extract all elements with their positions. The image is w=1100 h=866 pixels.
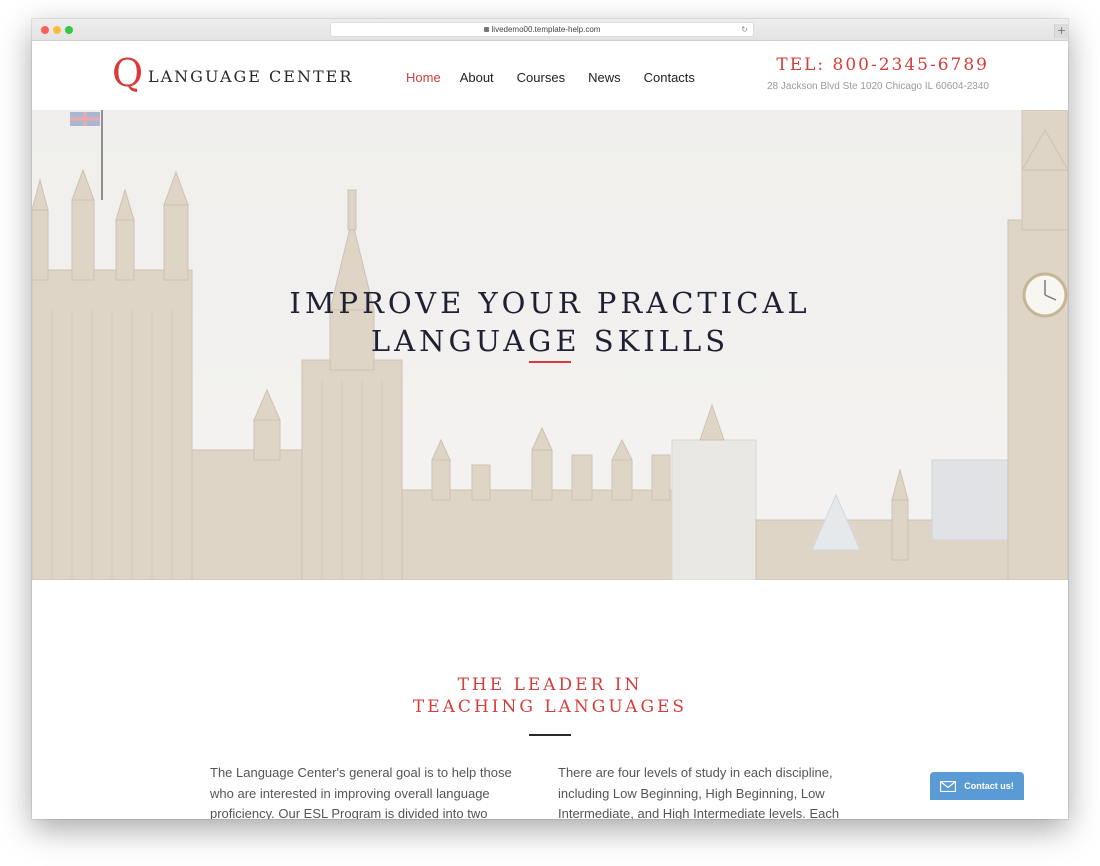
- section-heading: THE LEADER IN TEACHING LANGUAGES: [32, 674, 1068, 718]
- zoom-window-button[interactable]: [65, 26, 73, 34]
- browser-window: livedemo00.template-help.com ↻ + Q LANGU…: [32, 19, 1068, 819]
- about-section: THE LEADER IN TEACHING LANGUAGES The Lan…: [32, 580, 1068, 819]
- address-bar[interactable]: livedemo00.template-help.com ↻: [330, 22, 754, 37]
- hero-banner: IMPROVE YOUR PRACTICAL LANGUAGE SKILLS: [32, 110, 1068, 580]
- section-divider: [529, 734, 571, 736]
- intro-paragraph-left: The Language Center's general goal is to…: [210, 765, 512, 819]
- lock-icon: [483, 27, 489, 32]
- nav-about[interactable]: About: [460, 70, 494, 85]
- hero-title: IMPROVE YOUR PRACTICAL LANGUAGE SKILLS: [32, 284, 1068, 360]
- close-window-button[interactable]: [41, 26, 49, 34]
- section-heading-line-1: THE LEADER IN: [457, 675, 643, 695]
- phone-number[interactable]: TEL: 800-2345-6789: [776, 55, 989, 75]
- nav-courses[interactable]: Courses: [517, 70, 565, 85]
- address-text: 28 Jackson Blvd Ste 1020 Chicago IL 6060…: [766, 81, 989, 92]
- nav-home[interactable]: Home: [406, 70, 441, 85]
- hero-title-line-1: IMPROVE YOUR PRACTICAL: [289, 286, 811, 320]
- nav-contacts[interactable]: Contacts: [644, 70, 695, 85]
- logo-text[interactable]: LANGUAGE CENTER: [148, 67, 353, 86]
- main-nav: Home About Courses News Contacts: [406, 70, 714, 85]
- nav-news[interactable]: News: [588, 70, 621, 85]
- hero-divider: [529, 361, 571, 363]
- browser-toolbar: livedemo00.template-help.com ↻ +: [32, 19, 1068, 41]
- minimize-window-button[interactable]: [53, 26, 61, 34]
- envelope-icon: [940, 780, 957, 792]
- section-heading-line-2: TEACHING LANGUAGES: [412, 697, 688, 717]
- contact-us-label: Contact us!: [964, 781, 1014, 791]
- intro-paragraph-right: There are four levels of study in each d…: [558, 765, 840, 819]
- logo-mark[interactable]: Q: [112, 53, 143, 93]
- contact-us-widget[interactable]: Contact us!: [930, 772, 1024, 800]
- address-bar-url: livedemo00.template-help.com: [491, 25, 601, 34]
- hero-title-line-2: LANGUAGE SKILLS: [370, 324, 730, 358]
- site-header: Q LANGUAGE CENTER Home About Courses New…: [32, 41, 1068, 110]
- new-tab-button[interactable]: +: [1054, 24, 1068, 38]
- reload-icon[interactable]: ↻: [741, 23, 748, 36]
